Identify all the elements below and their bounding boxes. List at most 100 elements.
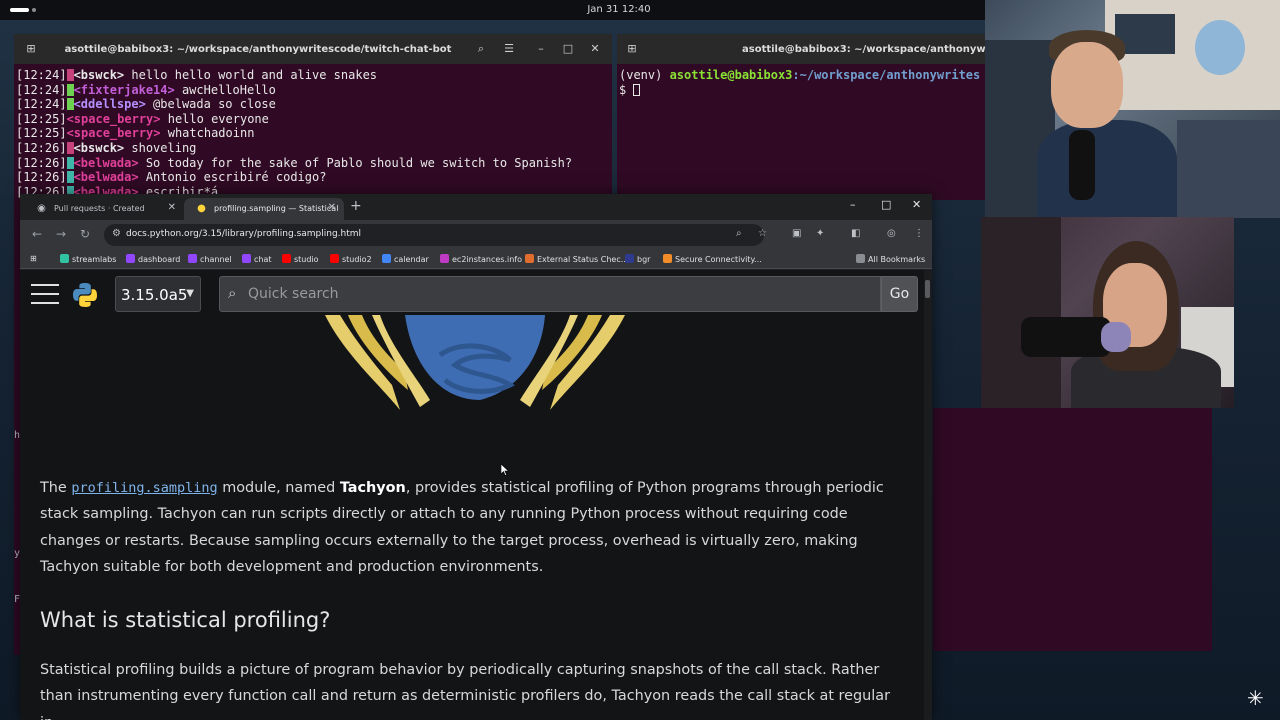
chat-line: [12:24] <ddellspe> @belwada so close bbox=[16, 97, 612, 112]
bookmark-item[interactable]: Secure Connectivity... bbox=[663, 254, 762, 264]
all-bookmarks[interactable]: All Bookmarks bbox=[856, 254, 925, 264]
folder-icon bbox=[856, 254, 865, 263]
chat-log[interactable]: [12:24] <bswck> hello hello world and ali… bbox=[14, 64, 612, 199]
side-panel-icon[interactable]: ◧ bbox=[851, 228, 860, 239]
chevron-down-icon: ▼ bbox=[186, 288, 194, 299]
bookmark-label: studio2 bbox=[342, 255, 372, 264]
hamburger-menu-icon[interactable] bbox=[31, 284, 59, 306]
version-label: 3.15.0a5 bbox=[121, 286, 188, 304]
chat-username: <space_berry> bbox=[66, 126, 161, 141]
new-tab-icon[interactable]: ⊞ bbox=[24, 42, 38, 56]
version-selector[interactable]: 3.15.0a5 ▼ bbox=[115, 276, 201, 312]
chat-timestamp: [12:24] bbox=[16, 68, 67, 82]
chat-message: awcHelloHello bbox=[174, 82, 276, 97]
terminal-lower-right[interactable] bbox=[933, 408, 1212, 651]
extensions-icon[interactable]: ✦ bbox=[816, 228, 824, 239]
browser-toolbar: ← → ↻ ⚙ docs.python.org/3.15/library/pro… bbox=[20, 220, 932, 250]
chat-line: [12:24] <fixterjake14> awcHelloHello bbox=[16, 83, 612, 98]
cast-icon[interactable]: ▣ bbox=[792, 228, 801, 239]
browser-window[interactable]: ◉ Pull requests · Created ✕ ● profiling.… bbox=[20, 194, 932, 720]
chat-username: <belwada> bbox=[73, 155, 139, 170]
statistical-profiling-paragraph: Statistical profiling builds a picture o… bbox=[40, 662, 890, 720]
back-icon[interactable]: ← bbox=[32, 227, 42, 241]
page-scrollbar[interactable] bbox=[924, 270, 932, 720]
text-run: The bbox=[40, 480, 72, 496]
site-info-icon[interactable]: ⚙ bbox=[112, 228, 121, 239]
bookmark-item[interactable]: chat bbox=[242, 254, 272, 264]
bookmark-item[interactable]: dashboard bbox=[126, 254, 180, 264]
bookmark-label: bgr bbox=[637, 255, 651, 264]
forward-icon[interactable]: → bbox=[56, 227, 66, 241]
prompt-user: asottile@babibox3 bbox=[669, 68, 793, 82]
new-tab-button[interactable]: + bbox=[350, 198, 362, 214]
bookmark-item[interactable]: studio2 bbox=[330, 254, 372, 264]
minimize-icon[interactable]: – bbox=[534, 42, 548, 56]
bookmark-item[interactable]: ec2instances.info bbox=[440, 254, 522, 264]
profile-icon[interactable]: ◎ bbox=[887, 228, 896, 239]
bookmark-favicon-icon bbox=[625, 254, 634, 263]
bookmark-label: dashboard bbox=[138, 255, 181, 264]
close-icon[interactable]: ✕ bbox=[912, 198, 921, 211]
chat-username: <bswck> bbox=[73, 68, 125, 82]
tab-profiling-docs[interactable]: ● profiling.sampling — Statistical ✕ bbox=[184, 198, 344, 220]
bookmark-item[interactable]: calendar bbox=[382, 254, 429, 264]
bookmark-label: chat bbox=[254, 255, 272, 264]
bookmark-label: ec2instances.info bbox=[452, 255, 523, 264]
minimize-icon[interactable]: – bbox=[850, 198, 856, 211]
terminal-window-chat-bot[interactable]: ⊞ asottile@babibox3: ~/workspace/anthony… bbox=[14, 34, 612, 200]
more-menu-icon[interactable]: ⋮ bbox=[914, 228, 924, 239]
terminal-titlebar[interactable]: ⊞ asottile@babibox3: ~/workspace/anthony… bbox=[617, 34, 985, 64]
maximize-icon[interactable]: □ bbox=[561, 42, 575, 56]
scrollbar-thumb[interactable] bbox=[925, 280, 930, 298]
chat-badge-icon bbox=[66, 141, 74, 154]
tab-pull-requests[interactable]: ◉ Pull requests · Created ✕ bbox=[24, 198, 184, 220]
close-tab-icon[interactable]: ✕ bbox=[328, 202, 336, 213]
close-icon[interactable]: ✕ bbox=[588, 42, 602, 56]
page-content[interactable]: 3.15.0a5 ▼ ⌕ Quick search Go The profili… bbox=[20, 270, 932, 720]
prompt-path: :~/workspace/anthonywrites bbox=[792, 68, 981, 82]
tab-strip[interactable]: ◉ Pull requests · Created ✕ ● profiling.… bbox=[20, 194, 932, 220]
accessibility-icon[interactable]: ✳ bbox=[1247, 686, 1271, 710]
chat-badge-icon bbox=[66, 83, 74, 96]
python-logo-icon[interactable] bbox=[72, 282, 98, 308]
chat-line: [12:26] <bswck> shoveling bbox=[16, 141, 612, 156]
url-text[interactable]: docs.python.org/3.15/library/profiling.s… bbox=[126, 229, 361, 239]
bookmark-label: streamlabs bbox=[72, 255, 117, 264]
quick-search-input[interactable]: ⌕ Quick search bbox=[219, 276, 881, 312]
terminal-prompt-area[interactable]: (venv) asottile@babibox3:~/workspace/ant… bbox=[617, 64, 985, 97]
webcam-guest bbox=[981, 217, 1234, 408]
apps-grid-icon[interactable]: ⊞ bbox=[30, 254, 37, 263]
bookmark-item[interactable]: streamlabs bbox=[60, 254, 116, 264]
chat-timestamp: [12:26] bbox=[16, 170, 67, 185]
address-bar[interactable]: ⚙ docs.python.org/3.15/library/profiling… bbox=[104, 224, 767, 246]
new-tab-icon[interactable]: ⊞ bbox=[625, 42, 639, 56]
bookmark-label: studio bbox=[294, 255, 319, 264]
bookmark-item[interactable]: studio bbox=[282, 254, 319, 264]
search-placeholder: Quick search bbox=[248, 286, 339, 302]
terminal-titlebar[interactable]: ⊞ asottile@babibox3: ~/workspace/anthony… bbox=[14, 34, 612, 64]
bookmark-item[interactable]: bgr bbox=[625, 254, 650, 264]
bookmark-star-icon[interactable]: ☆ bbox=[758, 228, 767, 239]
reload-icon[interactable]: ↻ bbox=[80, 227, 90, 241]
search-icon[interactable]: ⌕ bbox=[474, 42, 488, 56]
bookmark-item[interactable]: External Status Chec... bbox=[525, 254, 628, 264]
terminal-title: asottile@babibox3: ~/workspace/anthonywr… bbox=[64, 44, 452, 55]
module-link[interactable]: profiling.sampling bbox=[71, 480, 217, 496]
github-icon: ◉ bbox=[37, 203, 46, 214]
bookmark-item[interactable]: channel bbox=[188, 254, 232, 264]
close-tab-icon[interactable]: ✕ bbox=[168, 202, 176, 213]
chat-line: [12:26] <belwada> Antonio escribiré codig… bbox=[16, 170, 612, 185]
bookmark-favicon-icon bbox=[525, 254, 534, 263]
go-button[interactable]: Go bbox=[881, 276, 918, 312]
zoom-icon[interactable]: ⌕ bbox=[736, 228, 742, 239]
chat-timestamp: [12:24] bbox=[16, 82, 67, 97]
webcam-host bbox=[985, 0, 1280, 218]
tachyon-name: Tachyon bbox=[339, 480, 406, 496]
intro-paragraph: The profiling.sampling module, named Tac… bbox=[40, 475, 910, 581]
terminal-window-workspace[interactable]: ⊞ asottile@babibox3: ~/workspace/anthony… bbox=[617, 34, 985, 200]
chat-message: @belwada so close bbox=[145, 97, 276, 112]
chat-username: <space_berry> bbox=[66, 111, 161, 126]
menu-icon[interactable]: ☰ bbox=[502, 42, 516, 56]
chat-username: <belwada> bbox=[73, 170, 139, 185]
maximize-icon[interactable]: □ bbox=[881, 198, 891, 211]
